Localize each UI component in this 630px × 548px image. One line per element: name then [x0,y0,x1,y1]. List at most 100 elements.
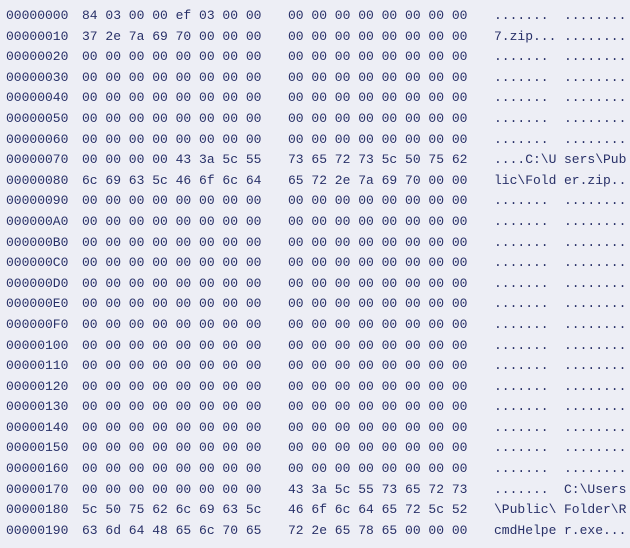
offset-cell: 000000A0 [0,212,82,233]
hex-bytes-group-2: 00 00 00 00 00 00 00 00 [288,336,494,357]
hex-bytes-group-2: 00 00 00 00 00 00 00 00 [288,459,494,480]
hex-bytes-group-1: 84 03 00 00 ef 03 00 00 [82,6,288,27]
offset-cell: 00000040 [0,88,82,109]
hex-row: 0000007000 00 00 00 43 3a 5c 5573 65 72 … [0,150,630,171]
ascii-group-2: ........ [564,294,626,315]
ascii-group-1: ....... [494,336,564,357]
hex-bytes-group-1: 5c 50 75 62 6c 69 63 5c [82,500,288,521]
ascii-group-2: ........ [564,397,626,418]
ascii-group-1: lic\Fold [494,171,564,192]
offset-cell: 00000010 [0,27,82,48]
hex-bytes-group-2: 00 00 00 00 00 00 00 00 [288,397,494,418]
ascii-group-2: ........ [564,253,626,274]
hex-bytes-group-1: 00 00 00 00 00 00 00 00 [82,438,288,459]
ascii-group-1: ....... [494,68,564,89]
ascii-group-1: cmdHelpe [494,521,564,542]
offset-cell: 000000B0 [0,233,82,254]
hex-row: 000000E000 00 00 00 00 00 00 0000 00 00 … [0,294,630,315]
offset-cell: 00000110 [0,356,82,377]
hex-bytes-group-1: 00 00 00 00 00 00 00 00 [82,459,288,480]
offset-cell: 000000E0 [0,294,82,315]
ascii-group-1: ....... [494,315,564,336]
ascii-group-1: ....... [494,88,564,109]
hex-bytes-group-1: 00 00 00 00 00 00 00 00 [82,68,288,89]
hex-bytes-group-2: 00 00 00 00 00 00 00 00 [288,356,494,377]
hex-bytes-group-1: 00 00 00 00 00 00 00 00 [82,480,288,501]
hex-row: 0000011000 00 00 00 00 00 00 0000 00 00 … [0,356,630,377]
offset-cell: 00000030 [0,68,82,89]
hex-bytes-group-1: 00 00 00 00 00 00 00 00 [82,191,288,212]
offset-cell: 00000170 [0,480,82,501]
hex-bytes-group-1: 00 00 00 00 00 00 00 00 [82,233,288,254]
hex-row: 0000017000 00 00 00 00 00 00 0043 3a 5c … [0,480,630,501]
hex-bytes-group-1: 00 00 00 00 00 00 00 00 [82,336,288,357]
offset-cell: 00000150 [0,438,82,459]
ascii-group-1: ....... [494,480,564,501]
offset-cell: 00000100 [0,336,82,357]
hex-bytes-group-2: 46 6f 6c 64 65 72 5c 52 [288,500,494,521]
ascii-group-2: ........ [564,418,626,439]
hex-bytes-group-1: 00 00 00 00 00 00 00 00 [82,418,288,439]
offset-cell: 00000050 [0,109,82,130]
ascii-group-1: ....... [494,212,564,233]
hex-bytes-group-1: 00 00 00 00 00 00 00 00 [82,88,288,109]
offset-cell: 00000060 [0,130,82,151]
hex-bytes-group-1: 00 00 00 00 43 3a 5c 55 [82,150,288,171]
ascii-group-2: ........ [564,27,626,48]
hex-viewer: 0000000084 03 00 00 ef 03 00 0000 00 00 … [0,0,630,541]
ascii-group-2: ........ [564,459,626,480]
hex-bytes-group-2: 00 00 00 00 00 00 00 00 [288,294,494,315]
ascii-group-1: ....C:\U [494,150,564,171]
hex-row: 0000014000 00 00 00 00 00 00 0000 00 00 … [0,418,630,439]
offset-cell: 00000160 [0,459,82,480]
ascii-group-2: er.zip.. [564,171,626,192]
hex-bytes-group-2: 00 00 00 00 00 00 00 00 [288,212,494,233]
ascii-group-2: C:\Users [564,480,626,501]
offset-cell: 000000D0 [0,274,82,295]
hex-bytes-group-2: 72 2e 65 78 65 00 00 00 [288,521,494,542]
hex-bytes-group-2: 00 00 00 00 00 00 00 00 [288,418,494,439]
hex-bytes-group-2: 00 00 00 00 00 00 00 00 [288,438,494,459]
hex-bytes-group-2: 00 00 00 00 00 00 00 00 [288,6,494,27]
offset-cell: 00000000 [0,6,82,27]
hex-bytes-group-1: 00 00 00 00 00 00 00 00 [82,315,288,336]
ascii-group-2: ........ [564,191,626,212]
ascii-group-2: ........ [564,438,626,459]
ascii-group-1: ....... [494,191,564,212]
offset-cell: 00000020 [0,47,82,68]
hex-row: 0000005000 00 00 00 00 00 00 0000 00 00 … [0,109,630,130]
hex-bytes-group-1: 37 2e 7a 69 70 00 00 00 [82,27,288,48]
hex-bytes-group-1: 00 00 00 00 00 00 00 00 [82,253,288,274]
ascii-group-1: ....... [494,47,564,68]
ascii-group-1: ....... [494,418,564,439]
ascii-group-1: ....... [494,6,564,27]
ascii-group-1: \Public\ [494,500,564,521]
ascii-group-2: ........ [564,233,626,254]
hex-row: 0000009000 00 00 00 00 00 00 0000 00 00 … [0,191,630,212]
hex-bytes-group-2: 00 00 00 00 00 00 00 00 [288,27,494,48]
hex-bytes-group-2: 00 00 00 00 00 00 00 00 [288,233,494,254]
hex-bytes-group-2: 73 65 72 73 5c 50 75 62 [288,150,494,171]
ascii-group-1: ....... [494,397,564,418]
hex-row: 000000C000 00 00 00 00 00 00 0000 00 00 … [0,253,630,274]
hex-row: 0000003000 00 00 00 00 00 00 0000 00 00 … [0,68,630,89]
hex-bytes-group-1: 00 00 00 00 00 00 00 00 [82,274,288,295]
offset-cell: 000000C0 [0,253,82,274]
hex-row: 0000016000 00 00 00 00 00 00 0000 00 00 … [0,459,630,480]
hex-bytes-group-2: 00 00 00 00 00 00 00 00 [288,274,494,295]
offset-cell: 00000070 [0,150,82,171]
offset-cell: 00000130 [0,397,82,418]
ascii-group-2: ........ [564,377,626,398]
offset-cell: 000000F0 [0,315,82,336]
offset-cell: 00000090 [0,191,82,212]
hex-bytes-group-2: 00 00 00 00 00 00 00 00 [288,191,494,212]
ascii-group-2: ........ [564,68,626,89]
hex-row: 000000D000 00 00 00 00 00 00 0000 00 00 … [0,274,630,295]
ascii-group-1: ....... [494,130,564,151]
hex-bytes-group-1: 00 00 00 00 00 00 00 00 [82,47,288,68]
ascii-group-2: ........ [564,88,626,109]
hex-row: 0000010000 00 00 00 00 00 00 0000 00 00 … [0,336,630,357]
hex-bytes-group-2: 00 00 00 00 00 00 00 00 [288,253,494,274]
ascii-group-2: ........ [564,130,626,151]
ascii-group-1: ....... [494,233,564,254]
